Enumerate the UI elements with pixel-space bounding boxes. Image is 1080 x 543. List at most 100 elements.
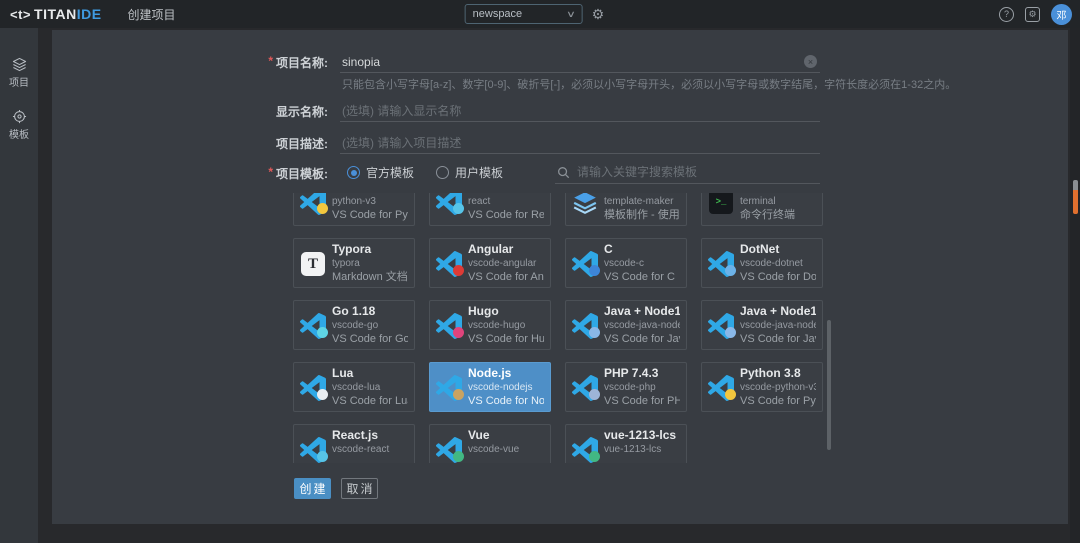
template-card[interactable]: Angularvscode-angularVS Code for Angular — [429, 238, 551, 288]
template-card[interactable]: template-maker模板制作 - 使用 Tem... — [565, 193, 687, 226]
project-template-label: * 项目模板: — [202, 165, 328, 182]
window-scrollbar-thumb[interactable] — [1073, 180, 1078, 190]
vscode-vue-icon — [436, 437, 462, 463]
vscode-java-icon — [708, 313, 734, 339]
vscode-angular-icon — [436, 251, 462, 277]
topbar-right: ? ⚙ 邓 — [999, 0, 1072, 28]
template-grid-viewport: python-v3VS Code for PythonreactVS Code … — [293, 193, 827, 463]
template-desc: VS Code for DotNet — [740, 270, 816, 285]
template-name: vscode-python-v3 — [740, 381, 816, 394]
template-desc: VS Code for Python — [332, 208, 408, 223]
vscode-hugo-icon — [436, 313, 462, 339]
layers-icon — [12, 57, 27, 72]
create-project-panel: * 项目名称: × 只能包含小写字母[a-z]、数字[0-9]、破折号[-]，必… — [52, 30, 1068, 524]
template-desc: 命令行终端 — [740, 208, 816, 223]
template-desc: VS Code for React.js — [468, 208, 544, 223]
radio-official-template[interactable]: 官方模板 — [347, 164, 414, 181]
clear-icon[interactable]: × — [804, 55, 817, 68]
template-title: Java + Node10 — [604, 304, 680, 319]
topbar: <t> TITAN IDE 创建项目 newspace ∨ ⚙ ? ⚙ 邓 — [0, 0, 1080, 28]
template-card[interactable]: Node.jsvscode-nodejsVS Code for Node.js — [429, 362, 551, 412]
template-name: vscode-java-node16 — [740, 319, 816, 332]
template-name: vscode-vue — [468, 443, 544, 456]
vscode-dotnet-icon — [708, 251, 734, 277]
template-search-input[interactable] — [575, 162, 820, 182]
help-icon[interactable]: ? — [999, 7, 1014, 22]
chevron-down-icon: ∨ — [566, 9, 576, 20]
settings-square-icon[interactable]: ⚙ — [1025, 7, 1040, 22]
template-desc — [604, 456, 680, 463]
template-name: typora — [332, 257, 408, 270]
template-card[interactable]: Hugovscode-hugoVS Code for Hugo — [429, 300, 551, 350]
required-asterisk: * — [268, 54, 273, 71]
template-grid-inner: python-v3VS Code for PythonreactVS Code … — [293, 193, 827, 463]
template-card[interactable]: Go 1.18vscode-goVS Code for Go 1.18 — [293, 300, 415, 350]
template-title: Python 3.8 — [740, 366, 816, 381]
template-name: vscode-react — [332, 443, 408, 456]
project-description-row: 项目描述: — [52, 132, 1068, 154]
vscode-react-icon — [436, 193, 462, 215]
template-card[interactable]: python-v3VS Code for Python — [293, 193, 415, 226]
template-card[interactable]: Vuevscode-vue — [429, 424, 551, 463]
radio-unselected-icon — [436, 166, 449, 179]
template-card[interactable]: Java + Node10vscode-java-node10VS Code f… — [565, 300, 687, 350]
template-name: terminal — [740, 195, 816, 208]
template-title: React.js — [332, 428, 408, 443]
template-name: vscode-c — [604, 257, 680, 270]
template-card[interactable]: Python 3.8vscode-python-v3VS Code for Py… — [701, 362, 823, 412]
template-source-radio-group: 官方模板 用户模板 — [347, 164, 503, 181]
template-card[interactable]: DotNetvscode-dotnetVS Code for DotNet — [701, 238, 823, 288]
template-name: python-v3 — [332, 195, 408, 208]
radio-user-template[interactable]: 用户模板 — [436, 164, 503, 181]
template-card[interactable]: PHP 7.4.3vscode-phpVS Code for PHP — [565, 362, 687, 412]
template-card[interactable]: reactVS Code for React.js — [429, 193, 551, 226]
template-title: Angular — [468, 242, 544, 257]
vscode-java-icon — [572, 313, 598, 339]
template-title: C — [604, 242, 680, 257]
template-desc: VS Code for Python — [740, 394, 816, 409]
vscode-go-icon — [300, 313, 326, 339]
project-name-hint: 只能包含小写字母[a-z]、数字[0-9]、破折号[-]，必须以小写字母开头，必… — [342, 76, 956, 92]
template-desc: 模板制作 - 使用 Tem... — [604, 208, 680, 223]
sidebar-item-templates[interactable]: 模板 — [0, 106, 38, 144]
template-card[interactable]: vue-1213-lcsvue-1213-lcs — [565, 424, 687, 463]
logo-bracket-icon: <t> — [10, 7, 31, 22]
template-desc: VS Code for Lua — [332, 394, 408, 409]
project-name-input[interactable] — [340, 51, 820, 73]
avatar[interactable]: 邓 — [1051, 4, 1072, 25]
template-name: template-maker — [604, 195, 680, 208]
project-description-input[interactable] — [340, 132, 820, 154]
template-card[interactable]: Cvscode-cVS Code for C — [565, 238, 687, 288]
workspace-gear-icon[interactable]: ⚙ — [592, 7, 605, 21]
template-name: vscode-angular — [468, 257, 544, 270]
window-scrollbar-track[interactable] — [1070, 28, 1080, 543]
template-title: vue-1213-lcs — [604, 428, 680, 443]
template-name: vscode-java-node10 — [604, 319, 680, 332]
typora-icon: T — [300, 251, 326, 277]
display-name-label: 显示名称: — [202, 103, 328, 120]
cancel-button[interactable]: 取消 — [341, 478, 378, 499]
template-card[interactable]: React.jsvscode-react — [293, 424, 415, 463]
template-card[interactable]: Java + Node16vscode-java-node16VS Code f… — [701, 300, 823, 350]
display-name-input[interactable] — [340, 100, 820, 122]
template-name: vscode-nodejs — [468, 381, 544, 394]
sidebar-item-label: 模板 — [9, 126, 29, 141]
template-card[interactable]: Luavscode-luaVS Code for Lua — [293, 362, 415, 412]
template-name: vscode-go — [332, 319, 408, 332]
template-title: Lua — [332, 366, 408, 381]
template-desc: VS Code for Hugo — [468, 332, 544, 347]
template-desc: VS Code for Node.js — [468, 394, 544, 409]
sidebar-item-projects[interactable]: 项目 — [0, 54, 38, 92]
create-button[interactable]: 创建 — [294, 478, 331, 499]
display-name-row: 显示名称: — [52, 100, 1068, 122]
workspace-select-value: newspace — [473, 8, 568, 20]
page-title: 创建项目 — [128, 6, 176, 23]
template-grid-scrollbar-thumb[interactable] — [827, 320, 831, 450]
template-card[interactable]: TTyporatyporaMarkdown 文档编写... — [293, 238, 415, 288]
project-description-label: 项目描述: — [202, 135, 328, 152]
template-card[interactable]: >_terminal命令行终端 — [701, 193, 823, 226]
workspace-select[interactable]: newspace ∨ — [465, 4, 583, 24]
window-scrollbar-thumb-highlight[interactable] — [1073, 190, 1078, 214]
app-window: <t> TITAN IDE 创建项目 newspace ∨ ⚙ ? ⚙ 邓 项目 — [0, 0, 1080, 543]
template-title: DotNet — [740, 242, 816, 257]
